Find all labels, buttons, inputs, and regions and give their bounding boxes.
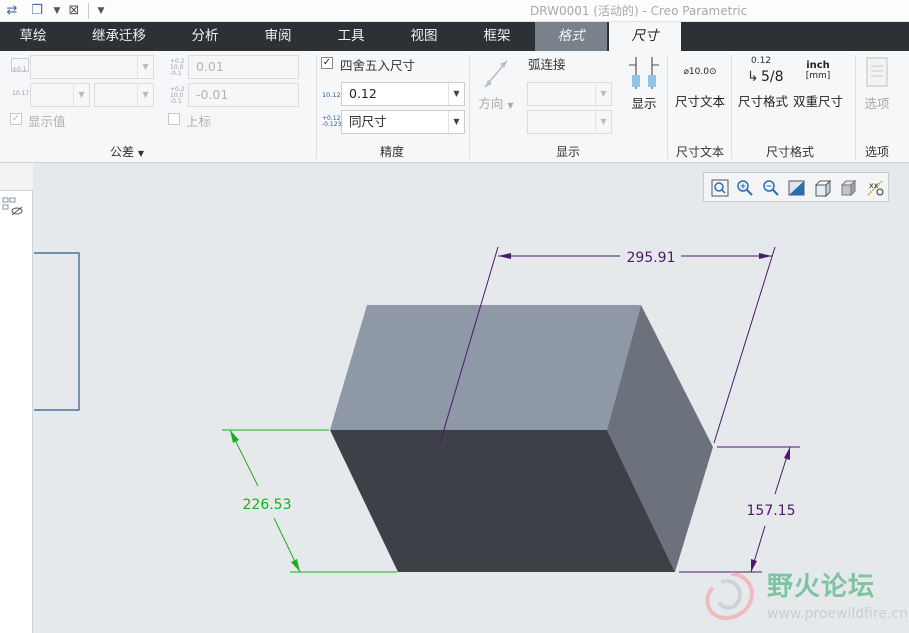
drawing-view: 295.91 226.53 157.15 [34, 246, 800, 573]
dimension-depth-value[interactable]: 226.53 [243, 497, 292, 513]
view-toolbar: xx [703, 172, 889, 202]
zoom-in-icon[interactable] [735, 178, 755, 198]
datum-display-icon[interactable]: xx [865, 178, 885, 198]
box-top-face[interactable] [330, 305, 641, 430]
dimension-height-value[interactable]: 157.15 [747, 503, 796, 519]
drawing-border [34, 252, 80, 411]
saved-orientations-icon[interactable] [839, 178, 859, 198]
watermark-logo-icon [705, 572, 754, 620]
watermark-title: 野火论坛 [767, 572, 876, 602]
svg-text:xx: xx [869, 181, 879, 190]
repaint-icon[interactable] [787, 178, 807, 198]
dimension-width-value[interactable]: 295.91 [627, 250, 676, 266]
zoom-out-icon[interactable] [761, 178, 781, 198]
watermark-url: www.proewildfire.cn [767, 606, 909, 622]
forum-watermark: 野火论坛 www.proewildfire.cn [697, 562, 909, 633]
refit-icon[interactable] [710, 178, 730, 198]
display-style-icon[interactable] [813, 178, 833, 198]
